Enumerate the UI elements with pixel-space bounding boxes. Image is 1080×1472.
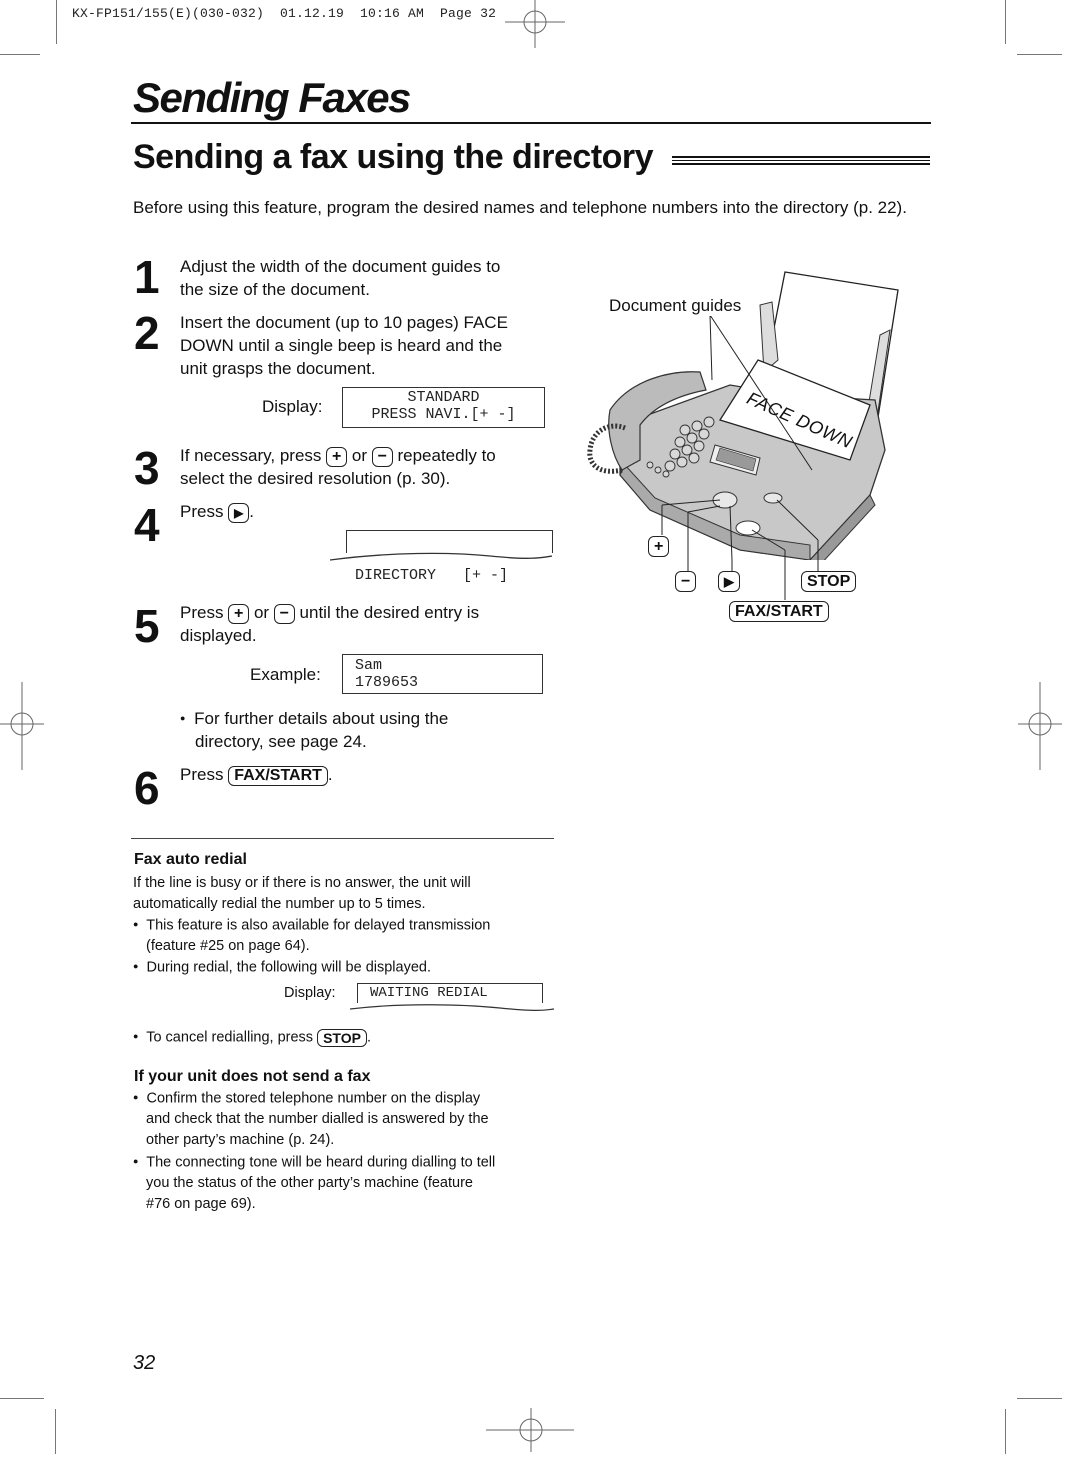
troubleshoot-bullet-cont: and check that the number dialled is ans…	[146, 1111, 489, 1148]
stop-key-icon: STOP	[801, 571, 857, 592]
fax-auto-redial-body: If the line is busy or if there is no an…	[133, 875, 471, 912]
crop-mark	[1005, 1409, 1006, 1454]
troubleshoot-bullet: The connecting tone will be heard during…	[133, 1152, 495, 1173]
minus-key-icon: −	[675, 571, 697, 592]
print-header: KX-FP151/155(E)(030-032) 01.12.19 10:16 …	[72, 6, 497, 21]
step-number: 4	[134, 499, 160, 551]
redial-bullet: This feature is also available for delay…	[133, 915, 490, 936]
crop-mark	[1005, 0, 1006, 44]
plus-key-icon: +	[326, 446, 348, 467]
display-label: Display:	[284, 985, 336, 1001]
crop-mark	[56, 0, 57, 44]
page-number: 32	[133, 1352, 156, 1374]
title-rule	[131, 122, 931, 124]
redial-bullet: To cancel redialling, press STOP.	[133, 1027, 371, 1048]
fax-machine-illustration: Document guides FACE DOWN + − ▶ STOP FAX…	[580, 260, 900, 630]
redial-bullet: During redial, the following will be dis…	[133, 957, 431, 978]
step-number: 5	[134, 600, 160, 652]
example-label: Example:	[250, 665, 321, 684]
crop-mark	[1017, 1398, 1062, 1399]
fax-start-key-icon: FAX/START	[228, 765, 328, 786]
navi-right-key-icon: ▶	[718, 571, 740, 592]
crop-mark	[55, 1409, 56, 1454]
section-separator	[131, 838, 554, 839]
navi-right-key-icon: ▶	[228, 502, 250, 523]
step-number: 2	[134, 307, 160, 359]
redial-bullet-cont: (feature #25 on page 64).	[146, 938, 310, 954]
step-1-text: Adjust the width of the document guides …	[180, 257, 501, 299]
torn-edge	[330, 552, 552, 561]
section-title: Sending a fax using the directory	[133, 138, 654, 176]
troubleshoot-bullet: Confirm the stored telephone number on t…	[133, 1088, 480, 1109]
step-5-note-cont: directory, see page 24.	[195, 732, 367, 751]
step-number: 6	[134, 762, 160, 814]
plus-key-icon: +	[648, 536, 670, 557]
troubleshoot-bullet-cont: you the status of the other party’s mach…	[146, 1175, 473, 1212]
crop-mark	[0, 54, 40, 55]
step-6-text: Press FAX/START.	[180, 765, 333, 786]
fax-start-key-icon: FAX/START	[729, 601, 829, 622]
page-title: Sending Faxes	[133, 74, 411, 121]
plus-key-icon: +	[228, 603, 250, 624]
registration-mark-icon	[1018, 682, 1062, 770]
step-number: 1	[134, 251, 160, 303]
registration-mark-icon	[505, 0, 565, 48]
step-number: 3	[134, 442, 160, 494]
step-3-text: If necessary, press + or − repeatedly to…	[180, 446, 496, 488]
lcd-display: STANDARD PRESS NAVI.[+ -]	[342, 387, 545, 428]
troubleshoot-heading: If your unit does not send a fax	[134, 1068, 371, 1085]
registration-mark-icon	[486, 1408, 574, 1452]
display-label: Display:	[262, 397, 323, 416]
crop-mark	[0, 1398, 44, 1399]
lcd-display: Sam 1789653	[342, 654, 543, 694]
step-4-text: Press ▶.	[180, 502, 254, 523]
intro-paragraph: Before using this feature, program the d…	[133, 198, 907, 217]
section-title-rule	[672, 156, 930, 167]
torn-edge	[350, 1004, 554, 1011]
step-5-note: For further details about using the	[180, 707, 448, 731]
minus-key-icon: −	[371, 446, 393, 467]
step-2-text: Insert the document (up to 10 pages) FAC…	[180, 313, 508, 378]
step-5-text: Press + or − until the desired entry is …	[180, 603, 480, 645]
minus-key-icon: −	[273, 603, 295, 624]
crop-mark	[1017, 54, 1062, 55]
stop-key-icon: STOP	[317, 1028, 367, 1047]
fax-auto-redial-heading: Fax auto redial	[134, 851, 247, 868]
document-guides-callout: Document guides	[609, 296, 742, 316]
registration-mark-icon	[0, 682, 44, 770]
